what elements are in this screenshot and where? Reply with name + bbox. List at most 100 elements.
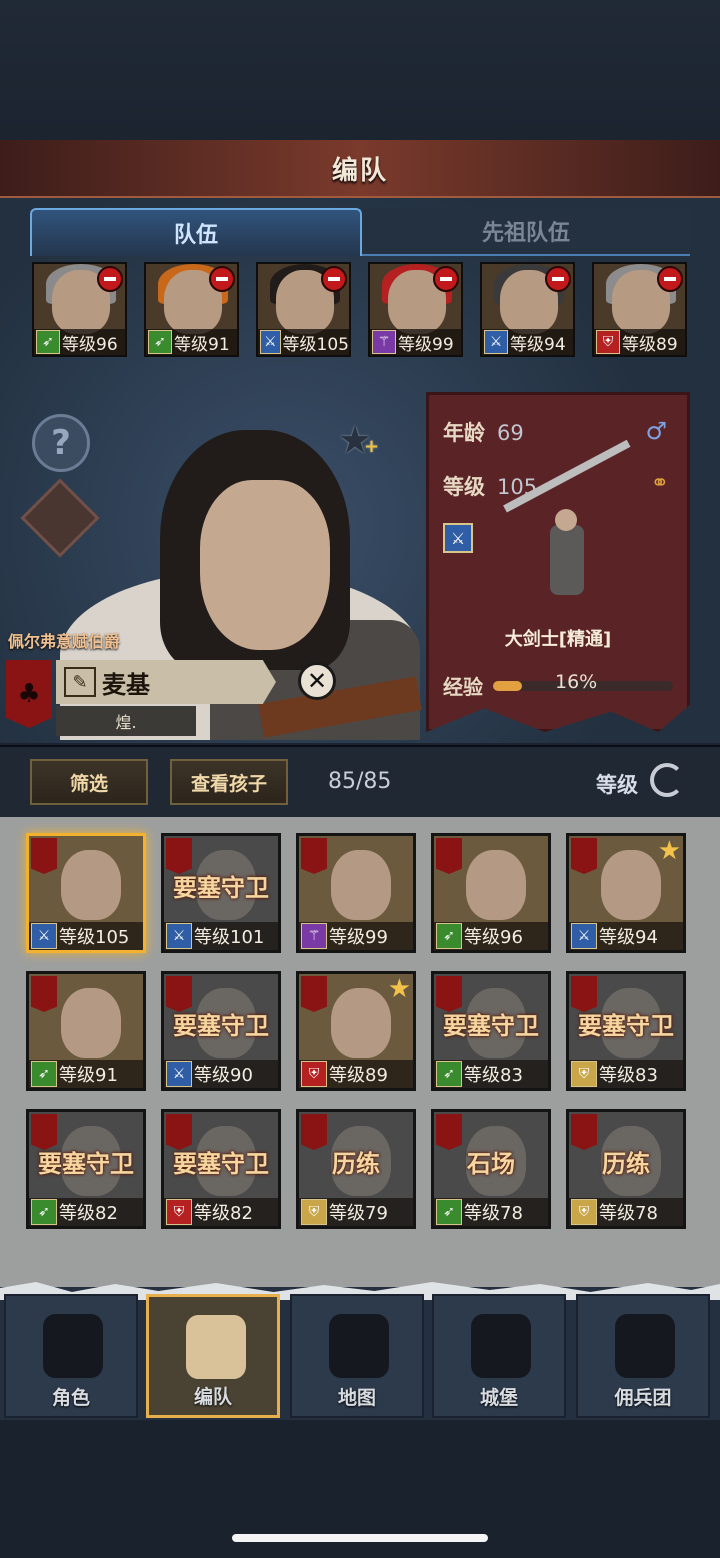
roster-card[interactable]: 要塞守卫 ➶ 等级82 [26, 1109, 146, 1229]
remove-icon[interactable] [209, 266, 235, 292]
star-icon: ★ [657, 836, 681, 866]
member-level: 等级94 [599, 927, 658, 948]
assignment-tag: 石场 [467, 1150, 515, 1178]
sword-icon: ⚔ [443, 523, 473, 553]
nav-label: 编队 [193, 1386, 232, 1408]
sword-icon: ⚔ [260, 330, 281, 354]
remove-icon[interactable] [545, 266, 571, 292]
dismiss-hero-button[interactable]: ✕ [298, 662, 336, 700]
roster-card[interactable]: ⚔ 等级105 [26, 833, 146, 953]
roster-card[interactable]: 要塞守卫 ⛨ 等级82 [161, 1109, 281, 1229]
roster-card[interactable]: 要塞守卫 ➶ 等级83 [431, 971, 551, 1091]
member-level: 等级82 [194, 1203, 253, 1224]
roster-card[interactable]: ★ ⛨ 等级89 [296, 971, 416, 1091]
member-level: 等级96 [464, 927, 523, 948]
member-level: 等级105 [59, 927, 130, 948]
filter-button[interactable]: 筛选 [30, 759, 148, 805]
roster-controls: 筛选 查看孩子 85/85 等级 [0, 745, 720, 817]
hero-house: 佩尔弗意赋伯爵 [8, 632, 121, 651]
staff-icon: ⚚ [301, 923, 327, 949]
home-indicator [232, 1534, 488, 1542]
remove-icon[interactable] [97, 266, 123, 292]
assignment-tag: 要塞守卫 [173, 1150, 269, 1178]
assignment-tag: 历练 [602, 1150, 650, 1178]
member-portrait [331, 988, 391, 1058]
male-icon: ♂ [645, 417, 667, 445]
roster-card[interactable]: 要塞守卫 ⚔ 等级101 [161, 833, 281, 953]
member-portrait [61, 988, 121, 1058]
nav-item[interactable]: 城堡 [432, 1294, 566, 1418]
sort-label[interactable]: 等级 [596, 769, 638, 799]
member-level: 等级78 [599, 1203, 658, 1224]
age-value: 69 [497, 421, 524, 445]
team-slot[interactable]: ➶ 等级91 [144, 262, 239, 357]
roster-card[interactable]: 历练 ⛨ 等级78 [566, 1109, 686, 1229]
bow-icon: ➶ [31, 1061, 57, 1087]
assignment-tag: 历练 [332, 1150, 380, 1178]
roster-card[interactable]: 要塞守卫 ⛨ 等级83 [566, 971, 686, 1091]
refresh-sort-icon[interactable] [650, 763, 684, 797]
nav-label: 地图 [337, 1387, 376, 1409]
nav-item[interactable]: 角色 [4, 1294, 138, 1418]
level-label: 等级 [443, 475, 485, 499]
team-slot[interactable]: ⚔ 等级94 [480, 262, 575, 357]
shield-icon: ⛨ [571, 1061, 597, 1087]
team-slot[interactable]: ⚔ 等级105 [256, 262, 351, 357]
mercenary-icon [615, 1314, 675, 1378]
remove-icon[interactable] [433, 266, 459, 292]
tab-ancestor-team[interactable]: 先祖队伍 [362, 208, 690, 256]
member-portrait [601, 850, 661, 920]
tab-team[interactable]: 队伍 [30, 208, 362, 256]
team-slot[interactable]: ⛨ 等级89 [592, 262, 687, 357]
member-portrait [61, 850, 121, 920]
house-banner-icon [31, 976, 57, 1012]
bow-icon: ➶ [436, 1199, 462, 1225]
team-slots: ➶ 等级96 ➶ 等级91 ⚔ 等级105 ⚚ 等级99 ⚔ 等级94 ⛨ 等级89 [32, 262, 692, 357]
age-row: 年龄 69 [443, 417, 524, 447]
assignment-tag: 要塞守卫 [578, 1012, 674, 1040]
member-level: 等级96 [62, 334, 118, 355]
shield-icon: ⛨ [301, 1199, 327, 1225]
member-level: 等级89 [622, 334, 678, 355]
bow-icon: ➶ [436, 923, 462, 949]
roster-card[interactable]: 石场 ➶ 等级78 [431, 1109, 551, 1229]
roster-card[interactable]: ➶ 等级96 [431, 833, 551, 953]
sword-icon: ⚔ [571, 923, 597, 949]
roster-card[interactable]: 历练 ⛨ 等级79 [296, 1109, 416, 1229]
hero-info-card: 年龄 69 ♂ 等级 105 ⚭ ⚔ 大剑士[精通] 经验 16% [426, 392, 690, 732]
nav-item[interactable]: 地图 [290, 1294, 424, 1418]
member-level: 等级89 [329, 1065, 388, 1086]
member-portrait [466, 850, 526, 920]
roster-count: 85/85 [328, 769, 392, 794]
knight-icon [43, 1314, 103, 1378]
marriage-ring-icon[interactable]: ⚭ [651, 471, 669, 496]
roster-card[interactable]: ➶ 等级91 [26, 971, 146, 1091]
shield-icon: ⛨ [301, 1061, 327, 1087]
team-slot[interactable]: ⚚ 等级99 [368, 262, 463, 357]
shield-icon: ⛨ [571, 1199, 597, 1225]
roster-card[interactable]: 要塞守卫 ⚔ 等级90 [161, 971, 281, 1091]
hero-name: 麦基 [102, 670, 150, 699]
roster-panel: ⚔ 等级105 要塞守卫 ⚔ 等级101 ⚚ 等级99 ➶ 等级96 ★ ⚔ 等级94 ➶ 等级91 要塞守… [0, 817, 720, 1287]
roster-card[interactable]: ⚚ 等级99 [296, 833, 416, 953]
member-level: 等级105 [282, 334, 349, 355]
title-bar: 编队 [0, 140, 720, 198]
nav-label: 佣兵团 [614, 1387, 672, 1409]
compass-map-icon [329, 1314, 389, 1378]
nav-item[interactable]: 佣兵团 [576, 1294, 710, 1418]
exp-percent: 16% [555, 671, 598, 693]
roster-card[interactable]: ★ ⚔ 等级94 [566, 833, 686, 953]
nav-item[interactable]: 编队 [146, 1294, 280, 1418]
remove-icon[interactable] [657, 266, 683, 292]
member-level: 等级99 [398, 334, 454, 355]
edit-name-icon[interactable]: ✎ [64, 667, 96, 697]
star-icon: ★ [387, 974, 411, 1004]
view-children-button[interactable]: 查看孩子 [170, 759, 288, 805]
sword-icon: ⚔ [484, 330, 508, 354]
team-slot[interactable]: ➶ 等级96 [32, 262, 127, 357]
member-portrait [331, 850, 391, 920]
remove-icon[interactable] [321, 266, 347, 292]
hero-name-plate: ✎ 麦基 [56, 660, 276, 704]
member-level: 等级90 [194, 1065, 253, 1086]
member-level: 等级99 [329, 927, 388, 948]
